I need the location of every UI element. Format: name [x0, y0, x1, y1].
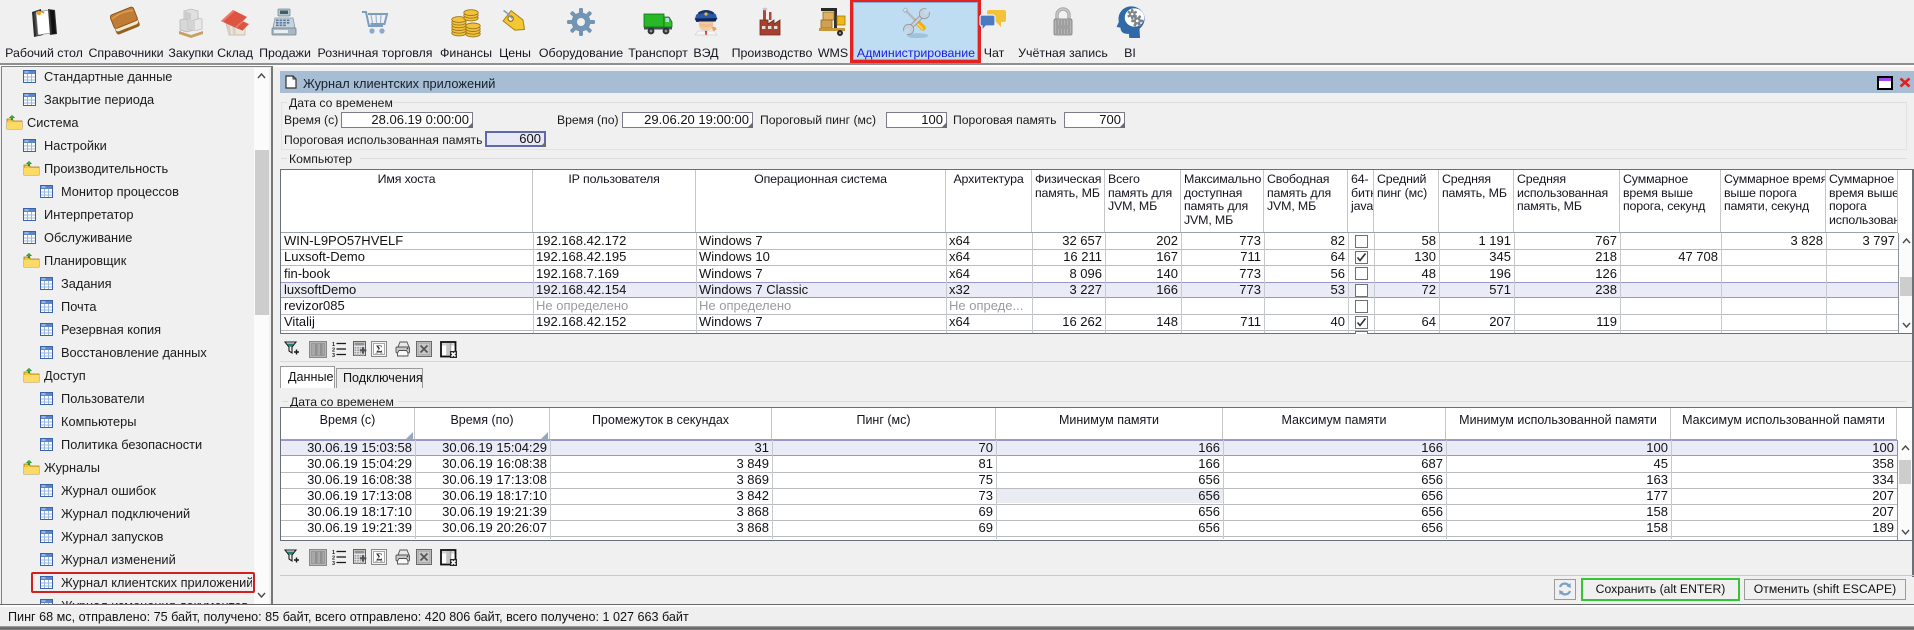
- svg-text:3: 3: [332, 353, 335, 357]
- svg-text:3: 3: [332, 561, 335, 565]
